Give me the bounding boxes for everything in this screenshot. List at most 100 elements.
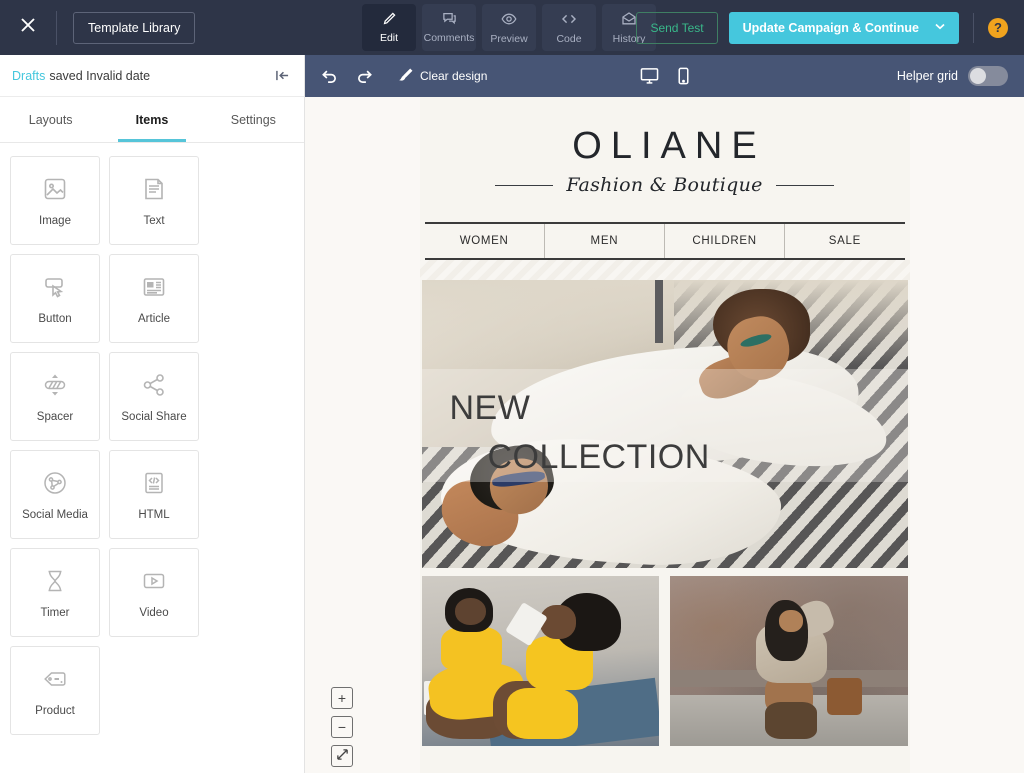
hero-headline: NEW COLLECTION [450,384,710,483]
tagline-rule-right [775,184,834,186]
tab-comments-label: Comments [423,32,475,44]
mode-tabs: Edit Comments Preview Code History [362,4,656,51]
zoom-in-button[interactable]: + [331,687,353,709]
hourglass-icon [40,566,70,596]
tab-edit[interactable]: Edit [362,4,416,51]
sidebar-tab-layouts[interactable]: Layouts [0,97,101,142]
sidebar-tab-settings[interactable]: Settings [203,97,304,142]
html-code-icon [139,468,169,498]
item-card-text[interactable]: Text [109,156,199,245]
helper-grid-control: Helper grid [897,66,1008,86]
item-card-social-media[interactable]: Social Media [10,450,100,539]
brand-tagline: Fashion & Boutique [566,174,763,196]
pencil-icon [382,11,397,29]
item-label: Image [39,215,71,227]
item-label: Social Share [121,411,187,423]
code-icon [561,11,577,30]
editor-toolbar: Clear design Helper grid [305,55,1024,97]
helper-grid-toggle[interactable] [968,66,1008,86]
item-label: Social Media [22,509,88,521]
zoom-out-button[interactable]: − [331,716,353,738]
tab-code-label: Code [556,32,582,45]
share-icon [139,370,169,400]
close-icon [18,15,38,40]
template-library-button[interactable]: Template Library [73,11,196,44]
sidebar-tab-items[interactable]: Items [101,97,202,142]
clear-design-button[interactable]: Clear design [399,68,487,85]
chevron-down-icon[interactable] [935,22,945,33]
email-nav: WOMEN MEN CHILDREN SALE [424,222,905,260]
tab-preview-label: Preview [490,32,528,45]
item-card-button[interactable]: Button [10,254,100,343]
stripe-spacer [419,260,910,280]
clear-design-label: Clear design [420,69,488,83]
price-tag-icon [40,664,70,694]
desktop-icon[interactable] [640,67,659,85]
item-label: Product [35,705,75,717]
image-icon [40,174,70,204]
brand-wordmark: OLIANE [572,125,766,167]
close-button[interactable] [0,0,56,55]
update-campaign-label: Update Campaign & Continue [742,20,919,35]
items-grid: Image Text Button Article Spacer Social … [0,143,304,748]
item-label: Video [139,607,169,619]
eraser-brush-icon [399,68,413,85]
email-nav-item-children[interactable]: CHILDREN [665,224,786,258]
button-click-icon [40,272,70,302]
eye-icon [501,11,517,30]
item-card-html[interactable]: HTML [109,450,199,539]
sidebar-tabs: Layouts Items Settings [0,97,304,143]
item-label: Text [143,215,165,227]
item-card-spacer[interactable]: Spacer [10,352,100,441]
undo-icon[interactable] [321,69,338,84]
item-label: HTML [138,509,170,521]
zoom-fit-button[interactable] [331,745,353,767]
send-test-button[interactable]: Send Test [636,11,718,44]
email-nav-item-women[interactable]: WOMEN [425,224,545,258]
hero-line-2: COLLECTION [487,438,710,477]
item-card-product[interactable]: Product [10,646,100,735]
redo-icon[interactable] [356,69,373,84]
item-card-video[interactable]: Video [109,548,199,637]
editor-area: Clear design Helper grid OLIANE Fashion … [305,55,1024,773]
header-actions: Send Test Update Campaign & Continue ? [636,0,1024,55]
header-divider-2 [973,12,974,43]
envelope-icon [621,11,637,30]
email-logo-block[interactable]: OLIANE Fashion & Boutique [419,97,910,212]
tab-comments[interactable]: Comments [422,4,476,51]
header-divider [56,10,57,45]
expand-icon [336,748,349,764]
app-header: Template Library Edit Comments Preview C… [0,0,1024,55]
email-canvas[interactable]: OLIANE Fashion & Boutique WOMEN MEN CHIL… [305,97,1024,773]
email-nav-item-men[interactable]: MEN [545,224,665,258]
drafts-saved-status: saved Invalid date [49,68,151,83]
spacer-icon [40,370,70,400]
comment-icon [442,11,457,29]
drafts-link[interactable]: Drafts [12,69,45,83]
item-card-timer[interactable]: Timer [10,548,100,637]
tab-code[interactable]: Code [542,4,596,51]
toggle-knob [970,68,986,84]
text-document-icon [139,174,169,204]
email-document: OLIANE Fashion & Boutique WOMEN MEN CHIL… [419,97,910,773]
helper-grid-label: Helper grid [896,69,958,83]
collapse-panel-icon[interactable] [275,69,290,82]
email-nav-item-sale[interactable]: SALE [785,224,904,258]
hero-image-block[interactable]: NEW COLLECTION [421,280,908,568]
article-icon [139,272,169,302]
item-label: Article [138,313,170,325]
brand-tagline-row: Fashion & Boutique [495,174,834,196]
tab-edit-label: Edit [379,32,399,44]
item-card-social-share[interactable]: Social Share [109,352,199,441]
photo-cell-left[interactable] [421,576,659,746]
tab-preview[interactable]: Preview [482,4,536,51]
social-network-icon [40,468,70,498]
left-sidebar: Drafts saved Invalid date Layouts Items … [0,55,305,773]
item-card-article[interactable]: Article [109,254,199,343]
item-card-image[interactable]: Image [10,156,100,245]
update-campaign-button[interactable]: Update Campaign & Continue [728,11,959,44]
help-button[interactable]: ? [988,17,1008,38]
photo-cell-right[interactable] [670,576,908,746]
video-play-icon [139,566,169,596]
mobile-icon[interactable] [677,67,690,85]
